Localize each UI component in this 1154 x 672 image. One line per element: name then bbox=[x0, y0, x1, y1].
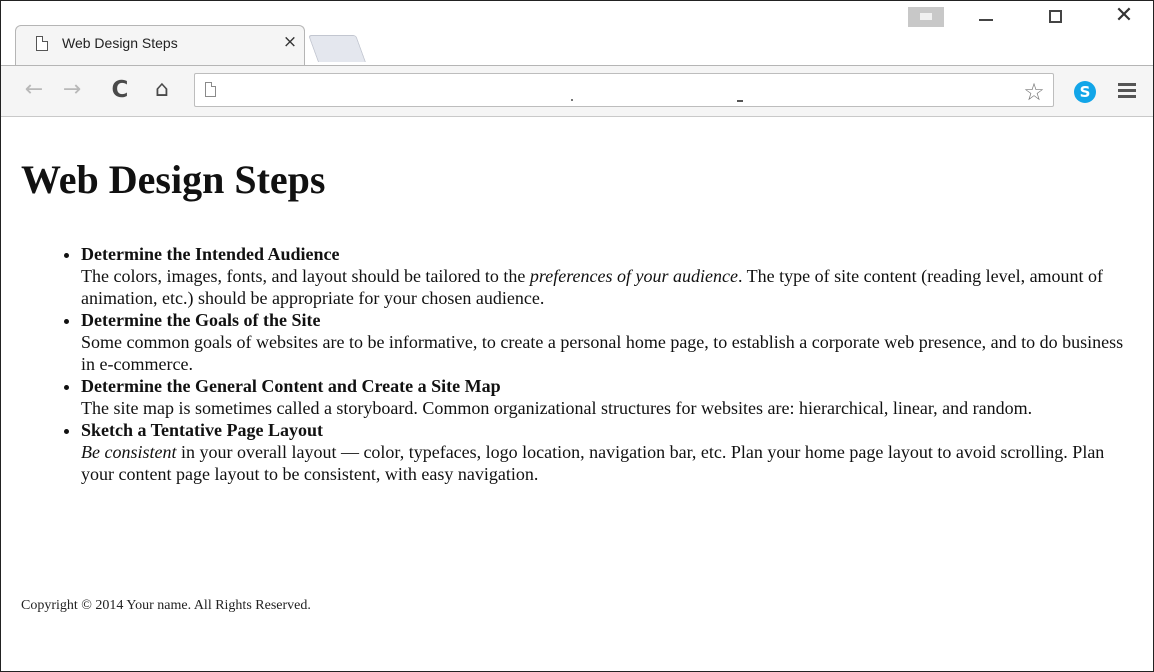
step-heading: Determine the General Content and Create… bbox=[81, 376, 501, 396]
step-emphasis: Be consistent bbox=[81, 442, 177, 462]
list-item: Determine the Goals of the Site Some com… bbox=[81, 309, 1141, 375]
forward-arrow-icon[interactable]: → bbox=[59, 77, 85, 103]
skype-extension-icon[interactable]: S bbox=[1074, 81, 1096, 103]
step-emphasis: preferences of your audience bbox=[529, 266, 738, 286]
page-icon bbox=[36, 36, 48, 51]
browser-toolbar: ← → C ⌂ ☆ S bbox=[1, 65, 1153, 117]
page-content: Web Design Steps Determine the Intended … bbox=[1, 117, 1153, 671]
step-text: The site map is sometimes called a story… bbox=[81, 398, 1033, 418]
tab-close-icon[interactable]: × bbox=[282, 33, 298, 51]
minimize-icon[interactable] bbox=[971, 5, 1001, 29]
window-close-icon[interactable]: ✕ bbox=[1109, 5, 1139, 29]
list-item: Determine the General Content and Create… bbox=[81, 375, 1141, 419]
step-heading: Determine the Intended Audience bbox=[81, 244, 340, 264]
home-icon[interactable]: ⌂ bbox=[149, 77, 175, 103]
steps-list: Determine the Intended Audience The colo… bbox=[81, 243, 1141, 485]
step-text: The colors, images, fonts, and layout sh… bbox=[81, 266, 530, 286]
tab-title: Web Design Steps bbox=[62, 35, 178, 51]
new-tab-button[interactable] bbox=[308, 35, 366, 62]
maximize-icon[interactable] bbox=[1041, 5, 1071, 29]
tab-web-design-steps[interactable]: Web Design Steps × bbox=[15, 25, 305, 65]
step-text: Some common goals of websites are to be … bbox=[81, 332, 1124, 374]
address-artifact bbox=[737, 100, 743, 102]
step-text: in your overall layout — color, typeface… bbox=[81, 442, 1105, 484]
step-heading: Sketch a Tentative Page Layout bbox=[81, 420, 324, 440]
reload-icon[interactable]: C bbox=[107, 77, 133, 103]
tab-strip: Web Design Steps × ✕ bbox=[1, 1, 1153, 65]
back-arrow-icon[interactable]: ← bbox=[21, 77, 47, 103]
step-heading: Determine the Goals of the Site bbox=[81, 310, 321, 330]
profile-icon[interactable] bbox=[908, 7, 944, 27]
copyright-footer: Copyright © 2014 Your name. All Rights R… bbox=[21, 598, 311, 613]
address-artifact bbox=[571, 99, 573, 101]
bookmark-star-icon[interactable]: ☆ bbox=[1020, 78, 1048, 106]
list-item: Determine the Intended Audience The colo… bbox=[81, 243, 1141, 309]
list-item: Sketch a Tentative Page Layout Be consis… bbox=[81, 419, 1141, 485]
menu-icon[interactable] bbox=[1118, 83, 1136, 99]
page-info-icon[interactable] bbox=[205, 82, 216, 97]
page-title: Web Design Steps bbox=[21, 157, 326, 202]
address-bar[interactable] bbox=[194, 73, 1054, 107]
browser-window: Web Design Steps × ✕ ← → C ⌂ ☆ S Web Des… bbox=[0, 0, 1154, 672]
